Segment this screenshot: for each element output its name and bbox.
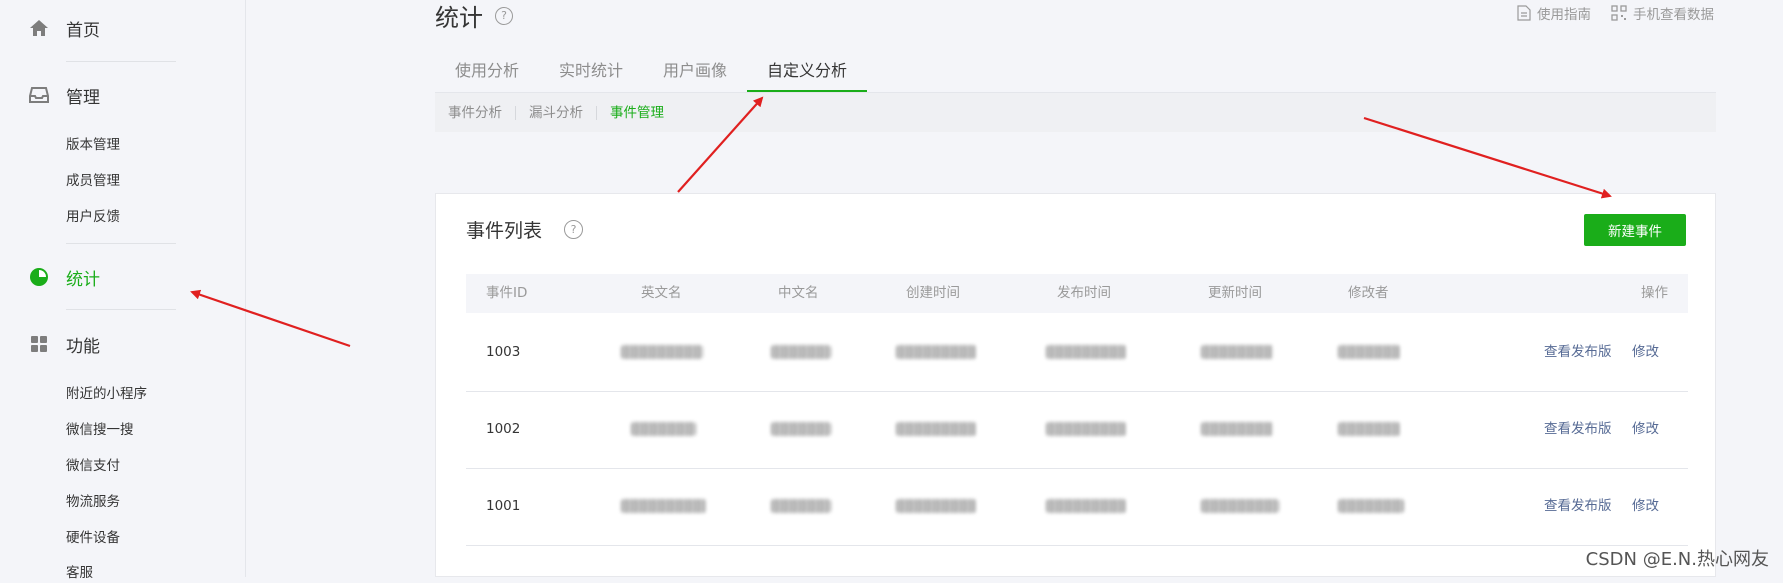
col-event-id: 事件ID — [486, 285, 528, 301]
table-row: 1003 查看发布版 修改 — [466, 314, 1688, 392]
subtab-bar: 事件分析 漏斗分析 事件管理 — [435, 93, 1716, 132]
event-id: 1003 — [486, 344, 521, 360]
redacted-cell — [1201, 499, 1279, 513]
page-title: 统计 ? — [435, 0, 513, 33]
sidebar-item-service[interactable]: 客服 — [66, 563, 93, 583]
help-icon[interactable]: ? — [495, 6, 513, 25]
redacted-cell — [1046, 499, 1126, 513]
col-published-time: 发布时间 — [1057, 285, 1111, 301]
sidebar-item-label: 首页 — [66, 20, 100, 41]
view-published-link[interactable]: 查看发布版 — [1544, 314, 1612, 391]
sidebar-item-label: 功能 — [66, 336, 100, 357]
subtab-event-analysis[interactable]: 事件分析 — [435, 105, 516, 120]
help-icon[interactable]: ? — [564, 220, 584, 239]
sidebar-item-members[interactable]: 成员管理 — [66, 171, 120, 191]
sidebar-item-nearby[interactable]: 附近的小程序 — [66, 384, 147, 404]
grid-icon — [28, 333, 50, 355]
sidebar-item-feedback[interactable]: 用户反馈 — [66, 207, 120, 227]
edit-link[interactable]: 修改 — [1632, 314, 1659, 391]
subtab-funnel-analysis[interactable]: 漏斗分析 — [516, 105, 597, 120]
event-list-card: 事件列表 ? 新建事件 事件ID 英文名 中文名 创建时间 发布时间 更新时间 … — [435, 193, 1716, 577]
tab-bar: 使用分析 实时统计 用户画像 自定义分析 — [435, 50, 1716, 93]
redacted-cell — [896, 499, 976, 513]
divider — [66, 309, 176, 310]
mobile-data-link[interactable]: 手机查看数据 — [1611, 3, 1714, 23]
divider — [66, 243, 176, 244]
tab-user-portrait[interactable]: 用户画像 — [643, 50, 747, 92]
guide-link[interactable]: 使用指南 — [1517, 3, 1591, 23]
tab-realtime-stats[interactable]: 实时统计 — [539, 50, 643, 92]
redacted-cell — [771, 422, 831, 436]
redacted-cell — [1046, 422, 1126, 436]
redacted-cell — [771, 499, 831, 513]
edit-link[interactable]: 修改 — [1632, 391, 1659, 468]
redacted-cell — [1338, 499, 1404, 513]
sidebar-item-label: 统计 — [66, 269, 100, 290]
qrcode-icon — [1611, 5, 1627, 21]
view-published-link[interactable]: 查看发布版 — [1544, 468, 1612, 545]
redacted-cell — [1338, 345, 1400, 359]
col-created-time: 创建时间 — [906, 285, 960, 301]
mobile-data-link-label: 手机查看数据 — [1633, 7, 1714, 23]
redacted-cell — [1201, 345, 1273, 359]
col-english-name: 英文名 — [641, 285, 682, 301]
card-title: 事件列表 ? — [466, 216, 584, 243]
sidebar-item-stats[interactable]: 统计 — [28, 264, 100, 290]
event-id: 1002 — [486, 421, 521, 437]
main-content: 统计 ? 使用指南 手机查看数据 使用分析 实时统计 用户画像 自定义分析 事件… — [246, 0, 1783, 577]
redacted-cell — [896, 422, 976, 436]
inbox-icon — [28, 84, 50, 106]
sidebar-item-logistics[interactable]: 物流服务 — [66, 492, 120, 512]
table-row: 1002 查看发布版 修改 — [466, 391, 1688, 469]
divider — [66, 61, 176, 62]
redacted-cell — [1338, 422, 1400, 436]
redacted-cell — [896, 345, 976, 359]
redacted-cell — [1046, 345, 1126, 359]
tab-usage-analysis[interactable]: 使用分析 — [435, 50, 539, 92]
table-header: 事件ID 英文名 中文名 创建时间 发布时间 更新时间 修改者 操作 — [466, 274, 1688, 313]
sidebar-item-search[interactable]: 微信搜一搜 — [66, 420, 134, 440]
col-updated-time: 更新时间 — [1208, 285, 1262, 301]
sidebar-item-manage[interactable]: 管理 — [28, 82, 100, 108]
event-id: 1001 — [486, 498, 521, 514]
sidebar-item-pay[interactable]: 微信支付 — [66, 456, 120, 476]
sidebar-item-features[interactable]: 功能 — [28, 331, 100, 357]
sidebar-item-version[interactable]: 版本管理 — [66, 135, 120, 155]
card-title-text: 事件列表 — [466, 220, 543, 242]
table-row: 1001 查看发布版 修改 — [466, 468, 1688, 546]
col-actions: 操作 — [1641, 285, 1668, 301]
home-icon — [28, 17, 50, 39]
watermark: CSDN @E.N.热心网友 — [1585, 549, 1769, 570]
col-chinese-name: 中文名 — [778, 285, 819, 301]
col-modifier: 修改者 — [1348, 285, 1389, 301]
top-links: 使用指南 手机查看数据 — [1517, 3, 1714, 23]
view-published-link[interactable]: 查看发布版 — [1544, 391, 1612, 468]
redacted-cell — [621, 345, 703, 359]
subtab-event-management[interactable]: 事件管理 — [597, 106, 677, 120]
guide-link-label: 使用指南 — [1537, 7, 1591, 23]
document-icon — [1517, 5, 1531, 21]
sidebar-item-home[interactable]: 首页 — [28, 15, 100, 41]
sidebar-item-label: 管理 — [66, 87, 100, 108]
tab-custom-analysis[interactable]: 自定义分析 — [747, 50, 868, 92]
new-event-button[interactable]: 新建事件 — [1584, 214, 1686, 246]
sidebar-item-hardware[interactable]: 硬件设备 — [66, 528, 120, 548]
sidebar: 首页 管理 版本管理 成员管理 用户反馈 统计 功能 附近的小程序 微信搜一搜 … — [0, 0, 246, 581]
redacted-cell — [771, 345, 831, 359]
redacted-cell — [631, 422, 696, 436]
redacted-cell — [621, 499, 706, 513]
edit-link[interactable]: 修改 — [1632, 468, 1659, 545]
page-title-text: 统计 — [435, 4, 483, 32]
pie-chart-icon — [28, 266, 50, 288]
redacted-cell — [1201, 422, 1273, 436]
